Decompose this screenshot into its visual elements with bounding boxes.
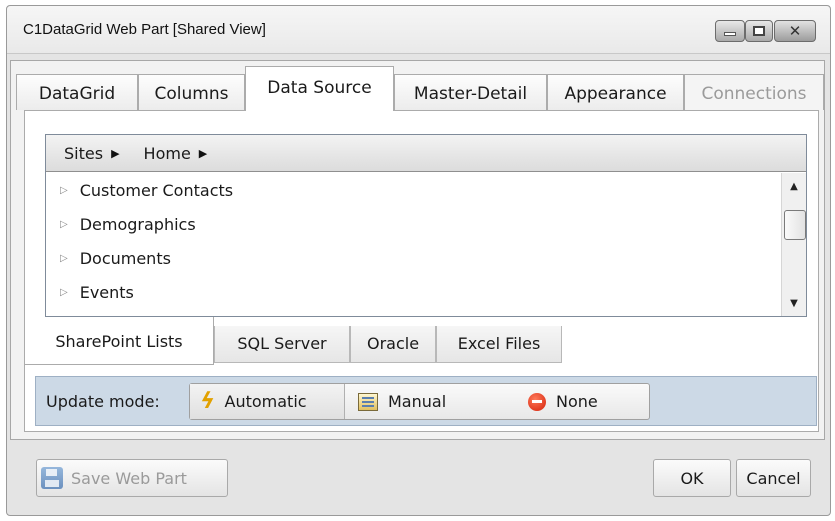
tab-datagrid[interactable]: DataGrid [16,74,138,110]
breadcrumb: Sites ▶ Home ▶ [46,135,806,172]
tab-columns[interactable]: Columns [138,74,245,110]
list-item[interactable]: ▷ Documents [46,241,780,275]
update-option-label: Automatic [224,392,307,411]
update-mode-bar: Update mode: ϟ Automatic Manual None [35,376,817,426]
scroll-down-icon[interactable]: ▼ [782,292,806,314]
maximize-button[interactable] [745,20,773,42]
update-option-label: None [556,392,598,411]
update-mode-label: Update mode: [46,392,160,411]
expand-arrow-icon[interactable]: ▷ [60,253,68,264]
save-web-part-button[interactable]: Save Web Part [36,459,228,497]
list-item-label: Demographics [79,214,196,234]
window-title: C1DataGrid Web Part [Shared View] [23,21,266,38]
close-icon: ✕ [788,21,802,40]
chevron-right-icon: ▶ [198,146,208,160]
tab-sql-server[interactable]: SQL Server [214,326,350,363]
save-disk-icon [41,467,63,489]
tab-master-detail[interactable]: Master-Detail [394,74,547,110]
scroll-thumb[interactable] [784,210,806,240]
maximize-icon [753,26,765,36]
manual-edit-icon [358,392,378,411]
tab-sharepoint-lists[interactable]: SharePoint Lists [24,317,214,365]
list-item-label: Events [79,282,134,302]
list-item[interactable]: ▷ Customer Contacts [46,173,780,207]
minimize-icon [724,32,736,36]
update-automatic-button[interactable]: ϟ Automatic [190,384,345,419]
breadcrumb-label: Sites [64,143,104,163]
list-item-label: Customer Contacts [79,180,234,200]
title-bar: C1DataGrid Web Part [Shared View] ✕ [7,6,830,54]
ok-button[interactable]: OK [653,459,731,497]
expand-arrow-icon[interactable]: ▷ [60,219,68,230]
breadcrumb-label: Home [143,143,191,163]
tab-appearance[interactable]: Appearance [547,74,684,110]
update-manual-button[interactable]: Manual [346,384,496,419]
vertical-scrollbar[interactable]: ▲ ▼ [781,173,806,316]
breadcrumb-sites[interactable]: Sites ▶ [64,144,120,163]
none-stop-icon [528,392,546,411]
breadcrumb-home[interactable]: Home ▶ [144,144,208,163]
chevron-right-icon: ▶ [111,146,120,160]
update-option-label: Manual [388,392,447,411]
expand-arrow-icon[interactable]: ▷ [60,185,68,196]
cancel-button[interactable]: Cancel [736,459,811,497]
list-item-label: Documents [79,248,171,268]
list-items: ▷ Customer Contacts ▷ Demographics ▷ Doc… [46,173,780,309]
list-browser: Sites ▶ Home ▶ ▷ Customer Contacts ▷ Dem… [45,134,807,317]
list-item[interactable]: ▷ Events [46,275,780,309]
update-mode-group: ϟ Automatic Manual None [189,383,650,420]
minimize-button[interactable] [715,20,745,42]
close-button[interactable]: ✕ [774,20,816,42]
list-item[interactable]: ▷ Demographics [46,207,780,241]
lightning-bolt-icon: ϟ [197,389,218,414]
expand-arrow-icon[interactable]: ▷ [60,287,68,298]
tab-oracle[interactable]: Oracle [350,326,436,363]
scroll-up-icon[interactable]: ▲ [782,175,806,197]
tab-connections: Connections [684,74,824,110]
tab-data-source[interactable]: Data Source [245,66,394,111]
save-button-label: Save Web Part [71,468,187,488]
tab-excel-files[interactable]: Excel Files [436,326,562,363]
update-none-button[interactable]: None [496,384,649,419]
